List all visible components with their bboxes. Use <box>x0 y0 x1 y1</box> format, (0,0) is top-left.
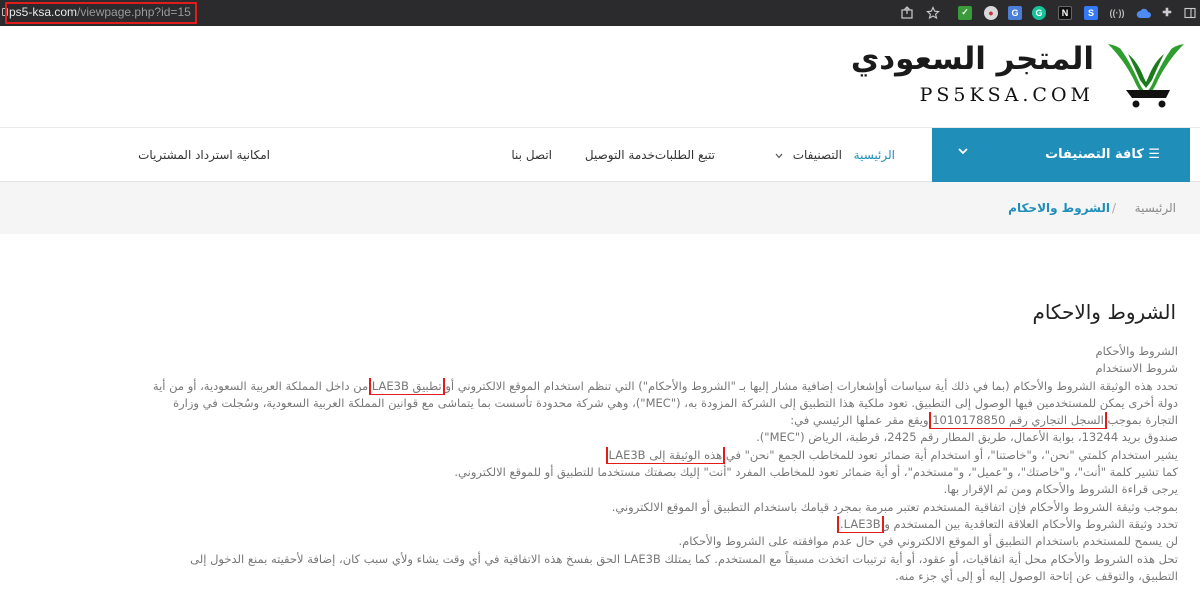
content-line: بموجب وثيقة الشروط والأحكام فإن اتفاقية … <box>611 499 1178 514</box>
nav-item-categories[interactable]: التصنيفات <box>775 148 842 162</box>
content-line: الشروط والأحكام <box>1095 344 1178 358</box>
content-line: شروط الاستخدام <box>1095 361 1178 376</box>
grammarly-extension-icon[interactable]: G <box>1032 5 1046 20</box>
logo-english-text[interactable]: PS5KSA.COM <box>920 84 1094 106</box>
breadcrumb-home-link[interactable]: الرئيسية <box>1135 201 1176 215</box>
breadcrumb-current: الشروط والاحكام <box>1008 201 1110 215</box>
page-title: الشروط والاحكام <box>1032 300 1176 324</box>
content-line: يرجى قراءة الشروط والأحكام ومن ثم الإقرا… <box>943 482 1178 497</box>
content-line: لن يسمح للمستخدم باستخدام التطبيق أو الم… <box>678 534 1178 549</box>
breadcrumb-separator: / <box>1111 201 1116 215</box>
content-text: التجارة بموجب <box>1103 413 1178 428</box>
content-text: تحدد وثيقة الشروط والأحكام العلاقة التعا… <box>880 516 1178 531</box>
content-line: تحل هذه الشروط والأحكام محل أية اتفاقيات… <box>190 551 1178 566</box>
content-line: تحدد وثيقة الشروط والأحكام العلاقة التعا… <box>148 515 1178 534</box>
content-line: تحدد هذه الوثيقة الشروط والأحكام (بما في… <box>148 377 1178 395</box>
content-text: ويقع مقر عملها الرئيسي في: <box>790 413 933 428</box>
notion-extension-icon[interactable]: N <box>1058 5 1072 20</box>
breadcrumb: الرئيسية / الشروط والاحكام <box>0 182 1200 234</box>
terms-content: الشروط والأحكام شروط الاستخدام تحدد هذه … <box>148 343 1178 585</box>
bookmark-star-icon[interactable] <box>926 5 940 20</box>
puzzle-extension-icon[interactable]: ✚ <box>1160 5 1174 20</box>
content-text: من داخل المملكة العربية السعودية، أو من … <box>152 378 372 393</box>
nav-item-categories-label: التصنيفات <box>792 148 842 162</box>
url-highlight-box <box>5 2 197 24</box>
content-line: صندوق بريد 13244، بوابة الأعمال، طريق ال… <box>756 430 1178 445</box>
s-extension-icon[interactable]: S <box>1084 5 1098 20</box>
content-line: التطبيق، والتوقف عن إتاحة الوصول إليه أو… <box>895 568 1178 583</box>
nav-item-contact-us[interactable]: اتصل بنا <box>511 148 552 162</box>
shield-extension-icon[interactable]: ✓ <box>958 5 972 20</box>
translate-extension-icon[interactable]: G <box>1008 5 1022 20</box>
chevron-down-icon <box>775 148 783 162</box>
all-categories-label: ☰ كافة التصنيفات <box>1045 147 1160 162</box>
cloud-extension-icon[interactable] <box>1136 5 1152 20</box>
share-icon[interactable] <box>900 5 914 20</box>
nav-item-refund-policy[interactable]: امكانية استرداد المشتريات <box>138 148 270 162</box>
main-navigation: ☰ كافة التصنيفات الرئيسية التصنيفات تتبع… <box>0 128 1200 182</box>
browser-toolbar: ps5-ksa.com/viewpage.php?id=15 ✓ ● G G N… <box>0 0 1200 26</box>
content-text: يشير استخدام كلمتي "نحن"، و"خاصتنا"، أو … <box>722 447 1178 462</box>
shopping-cart-logo-icon[interactable] <box>1106 40 1186 110</box>
nav-item-home[interactable]: الرئيسية <box>854 148 895 162</box>
logo-arabic-text[interactable]: المتجر السعودي <box>851 41 1095 77</box>
nav-item-delivery-service[interactable]: خدمة التوصيل <box>585 148 655 162</box>
nav-item-order-tracking[interactable]: تتبع الطلبات <box>655 148 715 162</box>
highlighted-app-name-2: LAE3B. <box>837 515 884 534</box>
sidebar-toggle-icon[interactable] <box>1184 5 1196 20</box>
radio-extension-icon[interactable]: ((·)) <box>1110 5 1125 20</box>
bulb-extension-icon[interactable]: ● <box>984 5 998 20</box>
highlighted-app-name: تطبيق LAE3B <box>368 377 445 395</box>
content-line: دولة أخرى يمكن للمستخدمين فيها الوصول إل… <box>173 395 1178 410</box>
highlighted-commercial-register: السجل التجاري رقم 1010178850 <box>929 412 1107 430</box>
content-line: التجارة بموجب السجل التجاري رقم 10101788… <box>148 412 1178 430</box>
chevron-down-icon <box>958 144 968 158</box>
content-line: يشير استخدام كلمتي "نحن"، و"خاصتنا"، أو … <box>148 446 1178 465</box>
content-line: كما تشير كلمة "أنت"، و"خاصتك"، و"عميل"، … <box>454 465 1178 480</box>
highlighted-document-reference: هذه الوثيقة إلى LAE3B <box>605 446 726 465</box>
all-categories-button[interactable]: ☰ كافة التصنيفات <box>932 128 1190 182</box>
content-text: تحدد هذه الوثيقة الشروط والأحكام (بما في… <box>441 378 1178 393</box>
site-header: المتجر السعودي PS5KSA.COM <box>0 26 1200 128</box>
